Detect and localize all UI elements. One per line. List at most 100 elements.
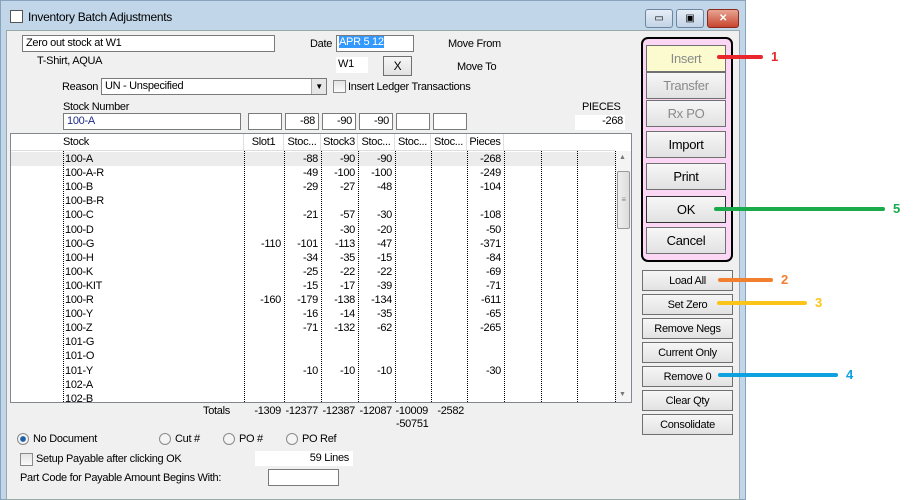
- column-header-3[interactable]: Stock3: [321, 134, 358, 151]
- slot-input-6[interactable]: [433, 113, 467, 130]
- radio-po-ref[interactable]: [286, 433, 298, 445]
- stock-grid[interactable]: Stock Slot1 Stoc... Stock3 Stoc... Stoc... Sto…: [10, 133, 632, 403]
- radio-cut[interactable]: [159, 433, 171, 445]
- table-row[interactable]: 100-C -21 -57 -30 -108: [11, 208, 615, 222]
- table-row[interactable]: 100-K -25 -22 -22 -69: [11, 265, 615, 279]
- table-row[interactable]: 102-B: [11, 392, 615, 402]
- radio-po[interactable]: [223, 433, 235, 445]
- table-row[interactable]: 100-KIT -15 -17 -39 -71: [11, 279, 615, 293]
- tool-button-remove-negs[interactable]: Remove Negs: [642, 318, 733, 339]
- table-cell: [395, 265, 431, 279]
- column-header-6[interactable]: Stoc...: [431, 134, 467, 151]
- column-header-4[interactable]: Stoc...: [358, 134, 395, 151]
- table-row[interactable]: 102-A: [11, 378, 615, 392]
- annotation-line-2: [718, 278, 773, 282]
- tool-button-clear-qty[interactable]: Clear Qty: [642, 390, 733, 411]
- table-row[interactable]: 100-B-R: [11, 194, 615, 208]
- main-button-cancel[interactable]: Cancel: [646, 227, 726, 254]
- table-cell: [431, 194, 467, 208]
- column-header-7[interactable]: Pieces: [467, 134, 504, 151]
- insert-ledger-checkbox[interactable]: [333, 80, 346, 93]
- setup-payable-checkbox[interactable]: [20, 453, 33, 466]
- table-cell: [284, 392, 321, 402]
- table-cell: [395, 180, 431, 194]
- table-cell: -30: [340, 223, 355, 236]
- lines-count: 59 Lines: [255, 451, 353, 466]
- scroll-thumb[interactable]: ≡: [617, 171, 630, 229]
- part-code-input[interactable]: [268, 469, 339, 486]
- slot-input-5[interactable]: [396, 113, 430, 130]
- table-row[interactable]: 101-G: [11, 335, 615, 349]
- main-button-import[interactable]: Import: [646, 131, 726, 158]
- table-cell: -160: [260, 294, 281, 306]
- table-cell: [244, 223, 284, 237]
- location-input[interactable]: W1: [336, 57, 368, 73]
- table-cell: -57: [340, 209, 355, 222]
- table-row[interactable]: 100-A-R -49 -100 -100 -249: [11, 166, 615, 180]
- tool-button-current-only[interactable]: Current Only: [642, 342, 733, 363]
- table-row[interactable]: 100-A -88 -90 -90 -268: [11, 152, 615, 166]
- column-header-2[interactable]: Stoc...: [284, 134, 321, 151]
- date-input[interactable]: APR 5 12: [336, 35, 414, 52]
- table-row[interactable]: 100-D -30 -20 -50: [11, 223, 615, 237]
- annotation-line-4: [718, 373, 838, 377]
- stock-number-input[interactable]: 100-A: [63, 113, 241, 130]
- table-cell: -611: [481, 294, 501, 306]
- table-cell: [244, 251, 284, 265]
- minimize-button[interactable]: ▭: [645, 9, 673, 28]
- pieces-value: -268: [575, 115, 625, 130]
- table-cell: 100-C: [65, 209, 94, 222]
- table-cell: [284, 378, 321, 392]
- table-cell: -14: [340, 308, 355, 321]
- table-cell: [431, 279, 467, 293]
- description-input[interactable]: Zero out stock at W1: [22, 35, 275, 52]
- close-button[interactable]: ✕: [707, 9, 739, 28]
- table-row[interactable]: 100-H -34 -35 -15 -84: [11, 251, 615, 265]
- column-header-1[interactable]: Slot1: [244, 134, 284, 151]
- slot-input-1[interactable]: [248, 113, 282, 130]
- table-cell: [244, 364, 284, 378]
- table-row[interactable]: 100-B -29 -27 -48 -104: [11, 180, 615, 194]
- main-button-transfer[interactable]: Transfer: [646, 72, 726, 99]
- table-cell: [244, 208, 284, 222]
- table-row[interactable]: 100-Y -16 -14 -35 -65: [11, 307, 615, 321]
- table-cell: [244, 307, 284, 321]
- tool-button-consolidate[interactable]: Consolidate: [642, 414, 733, 435]
- table-cell: -15: [303, 279, 318, 292]
- reason-select[interactable]: UN - Unspecified ▼: [101, 78, 327, 95]
- slot-input-2[interactable]: -88: [285, 113, 319, 130]
- radio-no-document[interactable]: [17, 433, 29, 445]
- scroll-down-icon[interactable]: ▼: [619, 391, 626, 398]
- annotation-label-1: 1: [771, 49, 778, 64]
- table-row[interactable]: 100-R -160 -179 -138 -134 -611: [11, 293, 615, 307]
- table-row[interactable]: 100-Z -71 -132 -62 -265: [11, 321, 615, 335]
- column-header-0[interactable]: Stock: [63, 134, 244, 151]
- main-button-insert[interactable]: Insert: [646, 45, 726, 72]
- table-cell: 100-A: [65, 153, 93, 165]
- main-button-print[interactable]: Print: [646, 163, 726, 190]
- main-button-rx-po[interactable]: Rx PO: [646, 100, 726, 127]
- slot-input-3[interactable]: -90: [322, 113, 356, 130]
- column-divider: [504, 151, 505, 402]
- table-cell: [244, 378, 284, 392]
- annotation-label-4: 4: [846, 367, 853, 382]
- scroll-up-icon[interactable]: ▲: [619, 154, 626, 161]
- slot-input-4[interactable]: -90: [359, 113, 393, 130]
- clear-location-button[interactable]: X: [383, 56, 412, 76]
- table-row[interactable]: 101-Y -10 -10 -10 -30: [11, 364, 615, 378]
- table-cell: [244, 349, 284, 363]
- table-cell: [358, 335, 395, 349]
- grid-scrollbar[interactable]: ▲ ≡ ▼: [615, 151, 631, 402]
- table-cell: [395, 335, 431, 349]
- table-cell: -30: [486, 364, 501, 377]
- chevron-down-icon[interactable]: ▼: [311, 79, 326, 94]
- maximize-button[interactable]: ▣: [676, 9, 704, 28]
- table-cell: [321, 392, 358, 402]
- column-header-5[interactable]: Stoc...: [395, 134, 431, 151]
- table-row[interactable]: 101-O: [11, 349, 615, 363]
- table-cell: [467, 392, 504, 402]
- table-row[interactable]: 100-G -110 -101 -113 -47 -371: [11, 237, 615, 251]
- total-value: -12377: [285, 405, 319, 417]
- table-cell: [244, 152, 284, 166]
- table-cell: [395, 237, 431, 251]
